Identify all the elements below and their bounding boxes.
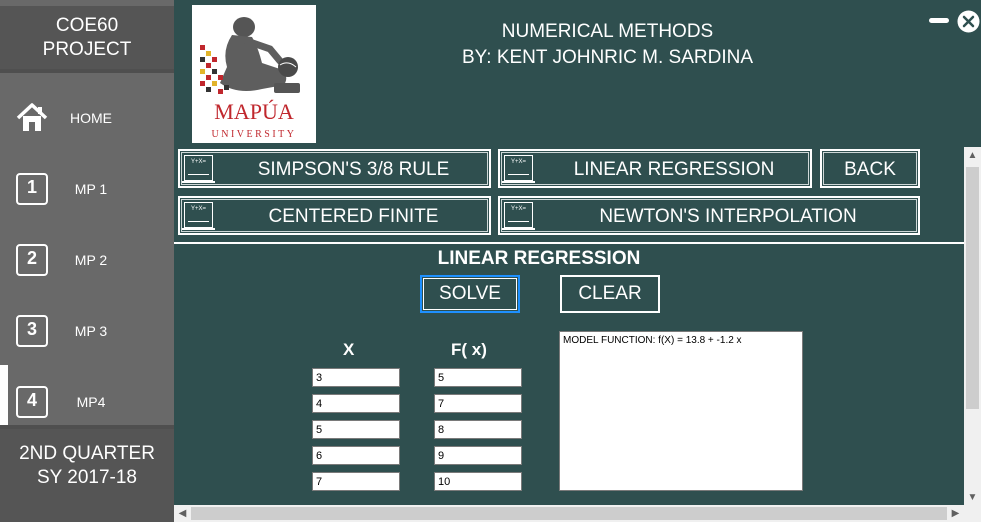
quarter-line2: SY 2017-18 (36, 467, 137, 488)
sidebar-divider (0, 69, 174, 73)
back-button[interactable]: BACK (820, 149, 920, 188)
app-window: COE60 PROJECT HOME 1 MP 1 2 MP 2 3 MP 3 (0, 0, 981, 522)
logo-wordmark: MAPÚA (214, 99, 294, 124)
sidebar-item-label: MP 1 (74, 181, 108, 197)
sidebar-item-mp2[interactable]: 2 MP 2 (0, 235, 174, 285)
button-frame (423, 278, 517, 310)
horizontal-scrollbar[interactable]: ◀ ▶ (174, 505, 964, 522)
button-label: SIMPSON'S 3/8 RULE (257, 159, 450, 180)
project-title-box: COE60 PROJECT (0, 6, 174, 69)
button-label: LINEAR REGRESSION (573, 159, 775, 180)
vertical-scrollbar[interactable]: ▲ ▼ (964, 147, 981, 506)
app-title-line2: BY: KENT JOHNRIC M. SARDINA (461, 47, 754, 68)
logo-subtext: UNIVERSITY (212, 129, 297, 140)
sidebar: COE60 PROJECT HOME 1 MP 1 2 MP 2 3 MP 3 (0, 0, 174, 522)
fx-column-header: F( x) (451, 340, 487, 359)
section-title: LINEAR REGRESSION (437, 248, 641, 269)
section-divider (174, 242, 964, 244)
close-icon[interactable] (957, 10, 980, 33)
sidebar-item-label: MP 3 (74, 323, 108, 339)
sidebar-item-mp3[interactable]: 3 MP 3 (0, 306, 174, 356)
calculator-icon: Y+X= (504, 155, 533, 181)
horizontal-scroll-thumb[interactable] (191, 507, 947, 520)
quarter-info-box: 2ND QUARTER SY 2017-18 (0, 429, 174, 522)
minimize-icon[interactable] (928, 16, 950, 26)
scroll-left-icon[interactable]: ◀ (174, 505, 191, 522)
scroll-up-icon[interactable]: ▲ (964, 147, 981, 164)
sidebar-item-label: HOME (70, 110, 112, 126)
fx-input-3[interactable]: 8 (434, 420, 522, 439)
calculator-icon: Y+X= (184, 202, 213, 228)
calculator-base (502, 228, 535, 230)
sidebar-item-mp1[interactable]: 1 MP 1 (0, 164, 174, 214)
result-output[interactable]: MODEL FUNCTION: f(X) = 13.8 + -1.2 x (559, 331, 803, 491)
newtons-interpolation-button[interactable]: Y+X= NEWTON'S INTERPOLATION (498, 196, 920, 235)
project-title-line2: PROJECT (42, 39, 132, 60)
sidebar-item-home[interactable]: HOME (0, 93, 174, 143)
clear-button[interactable]: CLEAR (560, 275, 660, 313)
solve-button[interactable]: SOLVE (420, 275, 520, 313)
x-column-header: X (343, 340, 355, 359)
x-input-1[interactable]: 3 (312, 368, 400, 387)
fx-input-1[interactable]: 5 (434, 368, 522, 387)
scrollbar-corner (964, 505, 981, 522)
simpsons-rule-button[interactable]: Y+X= SIMPSON'S 3/8 RULE (178, 149, 491, 188)
x-input-2[interactable]: 4 (312, 394, 400, 413)
button-label: BACK (844, 159, 896, 180)
university-logo: MAPÚA UNIVERSITY (192, 5, 316, 143)
scroll-right-icon[interactable]: ▶ (947, 505, 964, 522)
x-input-5[interactable]: 7 (312, 472, 400, 491)
calculator-icon: Y+X= (184, 155, 213, 181)
scroll-down-icon[interactable]: ▼ (964, 489, 981, 506)
centered-finite-button[interactable]: Y+X= CENTERED FINITE (178, 196, 491, 235)
button-label: NEWTON'S INTERPOLATION (599, 206, 857, 227)
calculator-base (182, 228, 215, 230)
x-input-4[interactable]: 6 (312, 446, 400, 465)
calculator-base (182, 181, 215, 183)
quarter-line1: 2ND QUARTER (19, 443, 155, 464)
x-input-3[interactable]: 5 (312, 420, 400, 439)
button-label: CENTERED FINITE (268, 206, 439, 227)
fx-input-2[interactable]: 7 (434, 394, 522, 413)
calculator-icon: Y+X= (504, 202, 533, 228)
linear-regression-button[interactable]: Y+X= LINEAR REGRESSION (498, 149, 812, 188)
fx-input-4[interactable]: 9 (434, 446, 522, 465)
vertical-scroll-thumb[interactable] (966, 167, 979, 409)
app-title-line1: NUMERICAL METHODS (501, 21, 714, 42)
logo-graphic: MAPÚA UNIVERSITY (200, 17, 300, 140)
fx-input-5[interactable]: 10 (434, 472, 522, 491)
sidebar-item-label: MP4 (76, 394, 106, 410)
button-label: CLEAR (578, 283, 642, 304)
project-title-line1: COE60 (55, 15, 119, 36)
calculator-base (502, 181, 535, 183)
sidebar-item-label: MP 2 (74, 252, 108, 268)
sidebar-item-mp4[interactable]: 4 MP4 (0, 365, 174, 439)
